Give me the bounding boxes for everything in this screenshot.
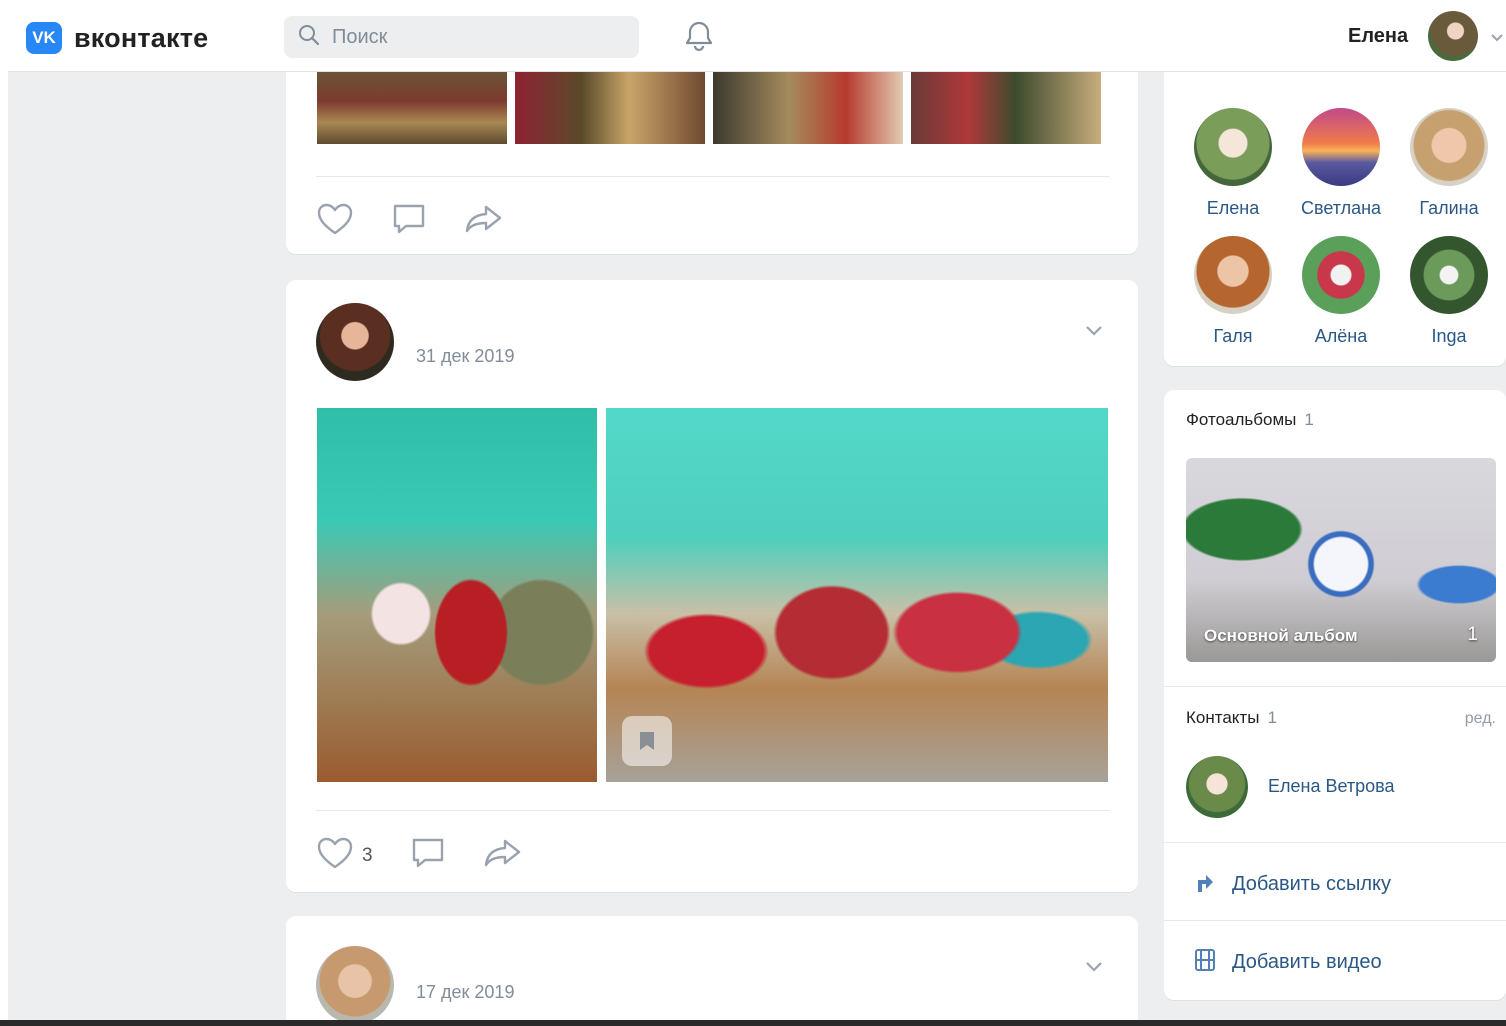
search-icon bbox=[298, 24, 320, 51]
chevron-down-icon[interactable] bbox=[1084, 960, 1104, 979]
album-cover[interactable]: Основной альбом 1 bbox=[1186, 458, 1496, 662]
search-input[interactable] bbox=[332, 25, 612, 49]
link-icon bbox=[1194, 870, 1216, 899]
post-actions: 3 bbox=[316, 836, 561, 875]
top-header: VK вконтакте Елена bbox=[8, 8, 1506, 72]
post-photo[interactable] bbox=[317, 408, 597, 782]
comment-icon bbox=[411, 837, 445, 874]
bookmark-icon[interactable] bbox=[622, 716, 672, 766]
comment-button[interactable] bbox=[392, 203, 426, 240]
share-button[interactable] bbox=[483, 837, 523, 874]
header-avatar[interactable] bbox=[1428, 11, 1478, 61]
section-divider bbox=[1164, 686, 1506, 687]
chevron-down-icon[interactable] bbox=[1490, 30, 1504, 48]
friend-name: Алёна bbox=[1314, 326, 1368, 346]
wall-post bbox=[286, 62, 1138, 254]
post-photo-thumb[interactable] bbox=[911, 72, 1101, 144]
post-photo-thumb[interactable] bbox=[713, 72, 903, 144]
like-icon bbox=[316, 836, 354, 875]
header-user-name[interactable]: Елена bbox=[1348, 25, 1408, 48]
post-author-avatar[interactable] bbox=[316, 303, 394, 381]
contacts-header[interactable]: Контакты 1 bbox=[1186, 708, 1277, 728]
post-author-avatar[interactable] bbox=[316, 946, 394, 1020]
friend-item[interactable]: Галина bbox=[1394, 108, 1504, 219]
vk-logo-text: вконтакте bbox=[74, 22, 209, 53]
search-box[interactable] bbox=[284, 16, 639, 58]
friend-avatar bbox=[1302, 236, 1380, 314]
post-divider bbox=[316, 176, 1110, 177]
add-link-label: Добавить ссылку bbox=[1232, 873, 1391, 895]
album-photo-count: 1 bbox=[1467, 624, 1478, 645]
section-divider bbox=[1164, 920, 1506, 921]
friend-item[interactable]: Галя bbox=[1178, 236, 1288, 347]
like-count: 3 bbox=[362, 844, 373, 866]
contacts-title: Контакты bbox=[1186, 708, 1260, 727]
friend-avatar bbox=[1410, 108, 1488, 186]
vk-logo[interactable]: VK вконтакте bbox=[26, 22, 208, 54]
app-frame: VK вконтакте Елена bbox=[8, 8, 1506, 1020]
friend-item[interactable]: Елена bbox=[1178, 108, 1288, 219]
add-video-label: Добавить видео bbox=[1232, 951, 1382, 973]
friend-avatar bbox=[1194, 236, 1272, 314]
profile-side-block: Фотоальбомы 1 Основной альбом 1 Контакты 1… bbox=[1164, 390, 1506, 1000]
friend-avatar bbox=[1302, 108, 1380, 186]
contacts-count: 1 bbox=[1267, 708, 1277, 727]
share-button[interactable] bbox=[464, 203, 504, 240]
post-date[interactable]: 17 дек 2019 bbox=[416, 982, 514, 1003]
chevron-down-icon[interactable] bbox=[1084, 324, 1104, 343]
albums-title: Фотоальбомы bbox=[1186, 410, 1297, 429]
albums-header[interactable]: Фотоальбомы 1 bbox=[1186, 410, 1314, 430]
add-link-button[interactable]: Добавить ссылку bbox=[1194, 870, 1391, 899]
friend-name: Елена bbox=[1206, 198, 1260, 218]
like-button[interactable] bbox=[316, 202, 354, 241]
friend-name: Светлана bbox=[1300, 198, 1382, 218]
video-icon bbox=[1194, 948, 1216, 977]
wall-post: 17 дек 2019 bbox=[286, 916, 1138, 1020]
post-photo[interactable] bbox=[606, 408, 1108, 782]
friend-avatar bbox=[1194, 108, 1272, 186]
share-icon bbox=[483, 837, 523, 874]
album-name: Основной альбом bbox=[1204, 626, 1358, 645]
section-divider bbox=[1164, 842, 1506, 843]
friend-name: Галина bbox=[1419, 198, 1479, 218]
comment-button[interactable] bbox=[411, 837, 445, 874]
post-photo-strip bbox=[317, 72, 1101, 144]
add-video-button[interactable]: Добавить видео bbox=[1194, 948, 1382, 977]
share-icon bbox=[464, 203, 504, 240]
bell-icon[interactable] bbox=[682, 19, 716, 58]
friend-item[interactable]: Inga bbox=[1394, 236, 1504, 347]
like-icon bbox=[316, 202, 354, 241]
albums-count: 1 bbox=[1304, 410, 1314, 429]
friends-block: Елена Светлана Галина Галя Алёна Inga bbox=[1164, 48, 1506, 366]
wall-post: 31 дек 2019 3 bbox=[286, 280, 1138, 892]
post-photo-thumb[interactable] bbox=[515, 72, 705, 144]
vk-logo-mark: VK bbox=[26, 22, 62, 54]
like-button[interactable]: 3 bbox=[316, 836, 373, 875]
contact-avatar[interactable] bbox=[1186, 756, 1248, 818]
friend-name: Галя bbox=[1213, 326, 1253, 346]
friend-name: Inga bbox=[1431, 326, 1467, 346]
post-actions bbox=[316, 202, 542, 241]
post-date[interactable]: 31 дек 2019 bbox=[416, 346, 514, 367]
comment-icon bbox=[392, 203, 426, 240]
post-divider bbox=[316, 810, 1110, 811]
friend-item[interactable]: Светлана bbox=[1286, 108, 1396, 219]
contact-name[interactable]: Елена Ветрова bbox=[1268, 776, 1395, 797]
contacts-edit-link[interactable]: ред. bbox=[1465, 710, 1496, 728]
bottom-edge bbox=[0, 1020, 1506, 1026]
friend-item[interactable]: Алёна bbox=[1286, 236, 1396, 347]
post-photo-thumb[interactable] bbox=[317, 72, 507, 144]
friend-avatar bbox=[1410, 236, 1488, 314]
